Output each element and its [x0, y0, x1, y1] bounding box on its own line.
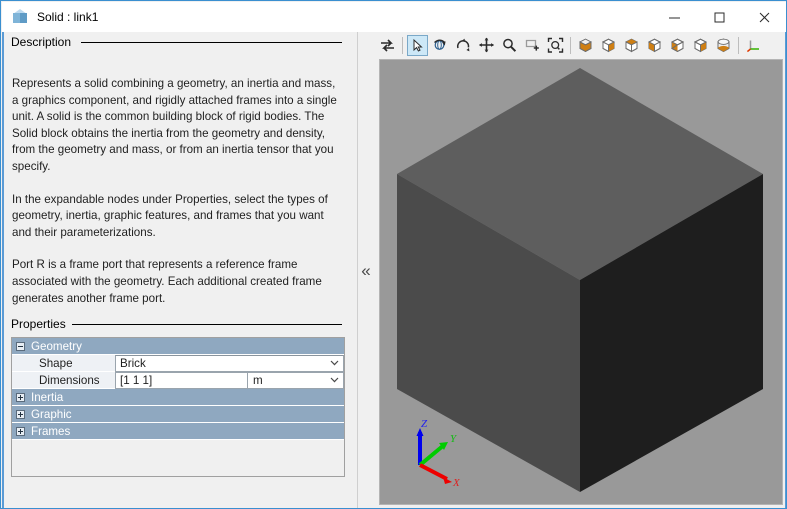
- rotate-view-icon[interactable]: [430, 35, 451, 56]
- solid-3d-viewport[interactable]: Z Y X: [379, 59, 783, 505]
- tree-group-label: Graphic: [31, 407, 72, 421]
- collapse-box-icon[interactable]: [16, 341, 25, 351]
- properties-group-label: Properties: [11, 317, 70, 331]
- dimensions-unit-dropdown[interactable]: m: [248, 371, 344, 389]
- properties-tree[interactable]: Geometry Shape Brick Dimensions [1 1 1]: [11, 337, 345, 477]
- show-frames-icon[interactable]: [743, 35, 764, 56]
- tree-row-dimensions[interactable]: Dimensions [1 1 1] m: [12, 371, 344, 389]
- collapse-left-panel-icon[interactable]: «: [361, 262, 370, 279]
- select-cursor-icon[interactable]: [407, 34, 428, 56]
- toggle-orientation-icon[interactable]: [377, 35, 398, 56]
- description-group-label: Description: [11, 35, 76, 49]
- tree-row-shape[interactable]: Shape Brick: [12, 354, 344, 372]
- solid-render: Z Y X: [380, 60, 782, 504]
- panel-splitter[interactable]: «: [350, 32, 376, 508]
- description-paragraph: Port R is a frame port that represents a…: [12, 258, 322, 305]
- tree-group-label: Frames: [31, 424, 71, 438]
- tree-group-label: Geometry: [31, 339, 82, 353]
- tree-group-label: Inertia: [31, 390, 64, 404]
- toolbar-separator: [570, 36, 571, 54]
- expand-box-icon[interactable]: [16, 426, 25, 436]
- toolbar-separator: [738, 36, 739, 54]
- shape-value: Brick: [120, 356, 146, 370]
- description-paragraph: Represents a solid combining a geometry,…: [12, 77, 337, 173]
- spin-view-icon[interactable]: [453, 35, 474, 56]
- view-top-icon[interactable]: [690, 35, 711, 56]
- view-left-icon[interactable]: [644, 35, 665, 56]
- solid-block-parameters-dialog: Solid : link1 Description Represents a s…: [0, 0, 787, 509]
- view-isometric-icon[interactable]: [575, 35, 596, 56]
- view-right-icon[interactable]: [667, 35, 688, 56]
- description-paragraph: In the expandable nodes under Properties…: [12, 192, 328, 239]
- dimensions-input[interactable]: [1 1 1]: [115, 371, 248, 389]
- tree-group-frames[interactable]: Frames: [12, 423, 344, 440]
- svg-text:X: X: [452, 477, 461, 489]
- splitter-line: [357, 32, 358, 508]
- viewer-toolbar: [376, 32, 785, 58]
- maximize-icon[interactable]: [697, 2, 742, 32]
- field-label-shape: Shape: [39, 356, 73, 370]
- dimensions-value: [1 1 1]: [120, 373, 153, 387]
- pan-view-icon[interactable]: [476, 35, 497, 56]
- expand-box-icon[interactable]: [16, 409, 25, 419]
- left-panel: Description Represents a solid combining…: [2, 32, 350, 508]
- tree-group-geometry[interactable]: Geometry: [12, 338, 344, 355]
- view-front-icon[interactable]: [598, 35, 619, 56]
- view-back-icon[interactable]: [621, 35, 642, 56]
- window-controls: [652, 2, 786, 32]
- dimensions-unit-value: m: [253, 373, 263, 387]
- minimize-icon[interactable]: [652, 2, 697, 32]
- description-text: Represents a solid combining a geometry,…: [12, 76, 342, 307]
- toolbar-separator: [402, 36, 403, 54]
- cube-icon: [11, 8, 29, 26]
- zoom-in-region-icon[interactable]: [522, 35, 543, 56]
- fit-to-view-icon[interactable]: [545, 35, 566, 56]
- zoom-view-icon[interactable]: [499, 35, 520, 56]
- properties-group-rule: [72, 324, 342, 325]
- tree-group-graphic[interactable]: Graphic: [12, 406, 344, 423]
- svg-text:Z: Z: [421, 418, 428, 430]
- viewer-panel: Z Y X: [376, 32, 786, 508]
- chevron-down-icon: [330, 360, 339, 366]
- tree-group-inertia[interactable]: Inertia: [12, 389, 344, 406]
- close-icon[interactable]: [742, 2, 786, 32]
- description-group-rule: [81, 42, 342, 43]
- title-bar: Solid : link1: [2, 2, 786, 32]
- expand-box-icon[interactable]: [16, 392, 25, 402]
- window-title: Solid : link1: [37, 10, 99, 24]
- view-bottom-icon[interactable]: [713, 35, 734, 56]
- shape-dropdown[interactable]: Brick: [115, 354, 344, 372]
- field-label-dimensions: Dimensions: [39, 373, 100, 387]
- chevron-down-icon: [330, 377, 339, 383]
